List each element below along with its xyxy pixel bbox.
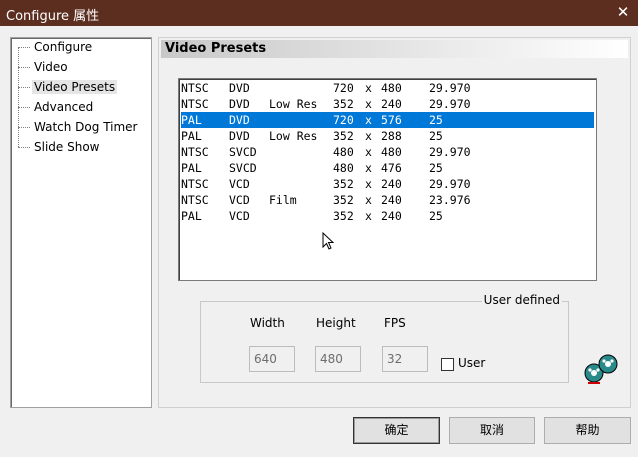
preset-cell-x: x: [365, 193, 372, 207]
preset-cell-format: VCD: [229, 177, 250, 191]
tree-item-label: Advanced: [34, 100, 94, 114]
preset-cell-standard: NTSC: [181, 81, 209, 95]
title-bar: Configure 属性 ✕: [0, 0, 638, 26]
preset-cell-format: SVCD: [229, 145, 257, 159]
ok-button[interactable]: 确定: [353, 417, 440, 444]
preset-cell-note: Film: [269, 193, 297, 207]
tree-item-advanced[interactable]: Advanced: [18, 98, 95, 116]
tree-item-label: Configure: [34, 40, 93, 54]
tree-item-label: Video Presets: [32, 80, 118, 94]
preset-cell-fps: 29.970: [429, 177, 471, 191]
preset-cell-format: DVD: [229, 129, 250, 143]
preset-cell-note: Low Res: [269, 129, 318, 143]
preset-cell-width: 352: [333, 209, 354, 223]
tree-item-video-presets[interactable]: Video Presets: [18, 78, 118, 96]
preset-cell-x: x: [365, 113, 372, 127]
preset-row[interactable]: PAL DVD Low Res 352 x 288 25: [181, 128, 594, 144]
preset-cell-standard: PAL: [181, 129, 202, 143]
tree-item-label: Watch Dog Timer: [34, 120, 138, 134]
film-reel-mascot-icon: [584, 354, 618, 384]
mouse-cursor-icon: [322, 232, 334, 250]
tree-item-video[interactable]: Video: [18, 58, 70, 76]
fps-label: FPS: [384, 316, 406, 330]
preset-cell-fps: 25: [429, 113, 443, 127]
preset-cell-width: 352: [333, 97, 354, 111]
cancel-button[interactable]: 取消: [449, 417, 535, 444]
height-field[interactable]: 480: [315, 346, 361, 372]
preset-cell-fps: 25: [429, 129, 443, 143]
preset-cell-fps: 23.976: [429, 193, 471, 207]
preset-cell-x: x: [365, 129, 372, 143]
preset-cell-height: 240: [381, 209, 402, 223]
preset-cell-height: 480: [381, 145, 402, 159]
group-legend: User defined: [481, 293, 562, 307]
settings-tree[interactable]: Configure Video Video Presets Advanced W…: [10, 37, 152, 408]
preset-row[interactable]: PAL DVD 720 x 576 25: [181, 112, 594, 128]
preset-cell-fps: 25: [429, 209, 443, 223]
preset-cell-width: 352: [333, 129, 354, 143]
width-field[interactable]: 640: [249, 346, 295, 372]
preset-cell-format: DVD: [229, 97, 250, 111]
preset-row[interactable]: PAL SVCD 480 x 476 25: [181, 160, 594, 176]
preset-cell-height: 240: [381, 177, 402, 191]
preset-cell-standard: NTSC: [181, 193, 209, 207]
panel-title: Video Presets: [161, 40, 628, 58]
preset-row[interactable]: NTSC DVD Low Res 352 x 240 29.970: [181, 96, 594, 112]
preset-cell-standard: NTSC: [181, 145, 209, 159]
window-title: Configure 属性: [6, 9, 100, 24]
preset-cell-fps: 29.970: [429, 97, 471, 111]
preset-cell-height: 476: [381, 161, 402, 175]
preset-cell-width: 720: [333, 113, 354, 127]
tree-item-configure[interactable]: Configure: [18, 38, 94, 56]
preset-cell-width: 480: [333, 161, 354, 175]
preset-cell-format: SVCD: [229, 161, 257, 175]
preset-cell-x: x: [365, 145, 372, 159]
preset-cell-standard: PAL: [181, 161, 202, 175]
tree-item-watch-dog-timer[interactable]: Watch Dog Timer: [18, 118, 140, 136]
presets-list[interactable]: NTSC DVD 720 x 480 29.970 NTSC DVD Low Res 352 x 24…: [178, 78, 597, 281]
height-label: Height: [316, 316, 356, 330]
preset-cell-x: x: [365, 209, 372, 223]
width-label: Width: [250, 316, 285, 330]
preset-cell-height: 480: [381, 81, 402, 95]
preset-cell-format: DVD: [229, 113, 250, 127]
preset-cell-height: 240: [381, 193, 402, 207]
preset-row[interactable]: NTSC VCD Film 352 x 240 23.976: [181, 192, 594, 208]
preset-cell-standard: PAL: [181, 209, 202, 223]
preset-cell-width: 480: [333, 145, 354, 159]
preset-cell-width: 352: [333, 193, 354, 207]
help-button[interactable]: 帮助: [544, 417, 631, 444]
preset-cell-format: DVD: [229, 81, 250, 95]
preset-cell-height: 576: [381, 113, 402, 127]
preset-cell-width: 720: [333, 81, 354, 95]
tree-item-label: Slide Show: [34, 140, 100, 154]
close-icon[interactable]: ✕: [608, 0, 638, 26]
tree-item-slide-show[interactable]: Slide Show: [18, 138, 101, 156]
preset-cell-format: VCD: [229, 193, 250, 207]
preset-cell-standard: NTSC: [181, 97, 209, 111]
preset-cell-standard: NTSC: [181, 177, 209, 191]
user-checkbox-label: User: [458, 356, 486, 370]
preset-cell-height: 288: [381, 129, 402, 143]
preset-row[interactable]: NTSC VCD 352 x 240 29.970: [181, 176, 594, 192]
video-presets-panel: Video Presets NTSC DVD 720 x 480 29.970 NTSC DV…: [158, 37, 631, 408]
preset-cell-fps: 29.970: [429, 145, 471, 159]
tree-item-label: Video: [34, 60, 68, 74]
preset-cell-x: x: [365, 177, 372, 191]
preset-cell-fps: 25: [429, 161, 443, 175]
preset-cell-note: Low Res: [269, 97, 318, 111]
preset-cell-x: x: [365, 97, 372, 111]
preset-cell-fps: 29.970: [429, 81, 471, 95]
preset-cell-height: 240: [381, 97, 402, 111]
preset-cell-x: x: [365, 161, 372, 175]
preset-cell-standard: PAL: [181, 113, 202, 127]
preset-cell-format: VCD: [229, 209, 250, 223]
preset-row[interactable]: NTSC DVD 720 x 480 29.970: [181, 80, 594, 96]
user-checkbox[interactable]: [441, 358, 454, 371]
preset-row[interactable]: PAL VCD 352 x 240 25: [181, 208, 594, 224]
preset-cell-width: 352: [333, 177, 354, 191]
preset-row[interactable]: NTSC SVCD 480 x 480 29.970: [181, 144, 594, 160]
preset-cell-x: x: [365, 81, 372, 95]
fps-field[interactable]: 32: [382, 346, 428, 372]
